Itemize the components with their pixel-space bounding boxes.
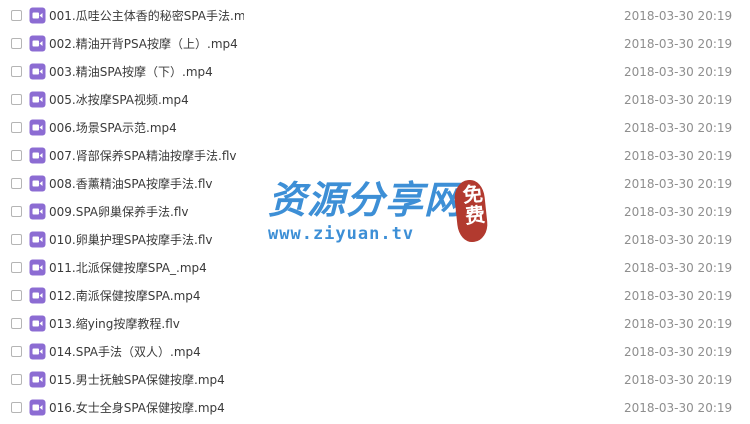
video-file-icon [29,147,46,164]
file-name[interactable]: 013.缩ying按摩教程.flv [49,316,244,334]
file-name[interactable]: 011.北派保健按摩SPA_.mp4 [49,260,244,278]
file-modified-date: 2018-03-30 20:19 [624,373,733,387]
file-row[interactable]: 013.缩ying按摩教程.flv 2018-03-30 20:19 [0,310,750,338]
row-checkbox[interactable] [11,234,22,245]
video-file-icon [29,287,46,304]
file-modified-date: 2018-03-30 20:19 [624,317,733,331]
row-checkbox[interactable] [11,206,22,217]
file-modified-date: 2018-03-30 20:19 [624,121,733,135]
file-name[interactable]: 002.精油开背PSA按摩（上）.mp4 [49,36,244,54]
video-file-icon [29,399,46,416]
file-name[interactable]: 012.南派保健按摩SPA.mp4 [49,288,244,306]
file-row[interactable]: 014.SPA手法（双人）.mp4 2018-03-30 20:19 [0,338,750,366]
row-checkbox[interactable] [11,10,22,21]
video-file-icon [29,259,46,276]
file-modified-date: 2018-03-30 20:19 [624,149,733,163]
row-checkbox[interactable] [11,38,22,49]
file-row[interactable]: 005.冰按摩SPA视频.mp4 2018-03-30 20:19 [0,86,750,114]
file-row[interactable]: 011.北派保健按摩SPA_.mp4 2018-03-30 20:19 [0,254,750,282]
row-checkbox[interactable] [11,402,22,413]
file-modified-date: 2018-03-30 20:19 [624,9,733,23]
row-checkbox[interactable] [11,122,22,133]
file-row[interactable]: 006.场景SPA示范.mp4 2018-03-30 20:19 [0,114,750,142]
row-checkbox[interactable] [11,262,22,273]
file-row[interactable]: 001.瓜哇公主体香的秘密SPA手法.mp 2018-03-30 20:19 [0,2,750,30]
file-modified-date: 2018-03-30 20:19 [624,93,733,107]
file-name[interactable]: 001.瓜哇公主体香的秘密SPA手法.mp [49,8,244,26]
video-file-icon [29,119,46,136]
file-modified-date: 2018-03-30 20:19 [624,289,733,303]
file-row[interactable]: 007.肾部保养SPA精油按摩手法.flv 2018-03-30 20:19 [0,142,750,170]
video-file-icon [29,315,46,332]
file-modified-date: 2018-03-30 20:19 [624,65,733,79]
video-file-icon [29,231,46,248]
file-modified-date: 2018-03-30 20:19 [624,177,733,191]
file-modified-date: 2018-03-30 20:19 [624,345,733,359]
row-checkbox[interactable] [11,290,22,301]
row-checkbox[interactable] [11,178,22,189]
row-checkbox[interactable] [11,318,22,329]
file-name[interactable]: 014.SPA手法（双人）.mp4 [49,344,244,362]
file-row[interactable]: 003.精油SPA按摩（下）.mp4 2018-03-30 20:19 [0,58,750,86]
file-name[interactable]: 005.冰按摩SPA视频.mp4 [49,92,244,110]
video-file-icon [29,63,46,80]
video-file-icon [29,203,46,220]
file-name[interactable]: 009.SPA卵巢保养手法.flv [49,204,244,222]
file-row[interactable]: 016.女士全身SPA保健按摩.mp4 2018-03-30 20:19 [0,394,750,422]
file-name[interactable]: 015.男士抚触SPA保健按摩.mp4 [49,372,244,390]
file-row[interactable]: 012.南派保健按摩SPA.mp4 2018-03-30 20:19 [0,282,750,310]
video-file-icon [29,91,46,108]
video-file-icon [29,343,46,360]
file-modified-date: 2018-03-30 20:19 [624,261,733,275]
row-checkbox[interactable] [11,66,22,77]
video-file-icon [29,35,46,52]
watermark: 资源分享网 www.ziyuan.tv 免费 [268,178,492,248]
file-name[interactable]: 016.女士全身SPA保健按摩.mp4 [49,400,244,418]
file-modified-date: 2018-03-30 20:19 [624,233,733,247]
file-name[interactable]: 007.肾部保养SPA精油按摩手法.flv [49,148,244,166]
file-modified-date: 2018-03-30 20:19 [624,401,733,415]
file-modified-date: 2018-03-30 20:19 [624,205,733,219]
video-file-icon [29,371,46,388]
row-checkbox[interactable] [11,150,22,161]
file-name[interactable]: 008.香薰精油SPA按摩手法.flv [49,176,244,194]
watermark-badge-text: 免费 [458,182,487,227]
row-checkbox[interactable] [11,374,22,385]
watermark-url: www.ziyuan.tv [268,224,415,244]
file-row[interactable]: 015.男士抚触SPA保健按摩.mp4 2018-03-30 20:19 [0,366,750,394]
file-name[interactable]: 010.卵巢护理SPA按摩手法.flv [49,232,244,250]
file-row[interactable]: 002.精油开背PSA按摩（上）.mp4 2018-03-30 20:19 [0,30,750,58]
row-checkbox[interactable] [11,94,22,105]
video-file-icon [29,7,46,24]
file-modified-date: 2018-03-30 20:19 [624,37,733,51]
file-name[interactable]: 006.场景SPA示范.mp4 [49,120,244,138]
video-file-icon [29,175,46,192]
watermark-badge: 免费 [452,178,490,244]
watermark-title: 资源分享网 [268,177,464,222]
row-checkbox[interactable] [11,346,22,357]
file-name[interactable]: 003.精油SPA按摩（下）.mp4 [49,64,244,82]
